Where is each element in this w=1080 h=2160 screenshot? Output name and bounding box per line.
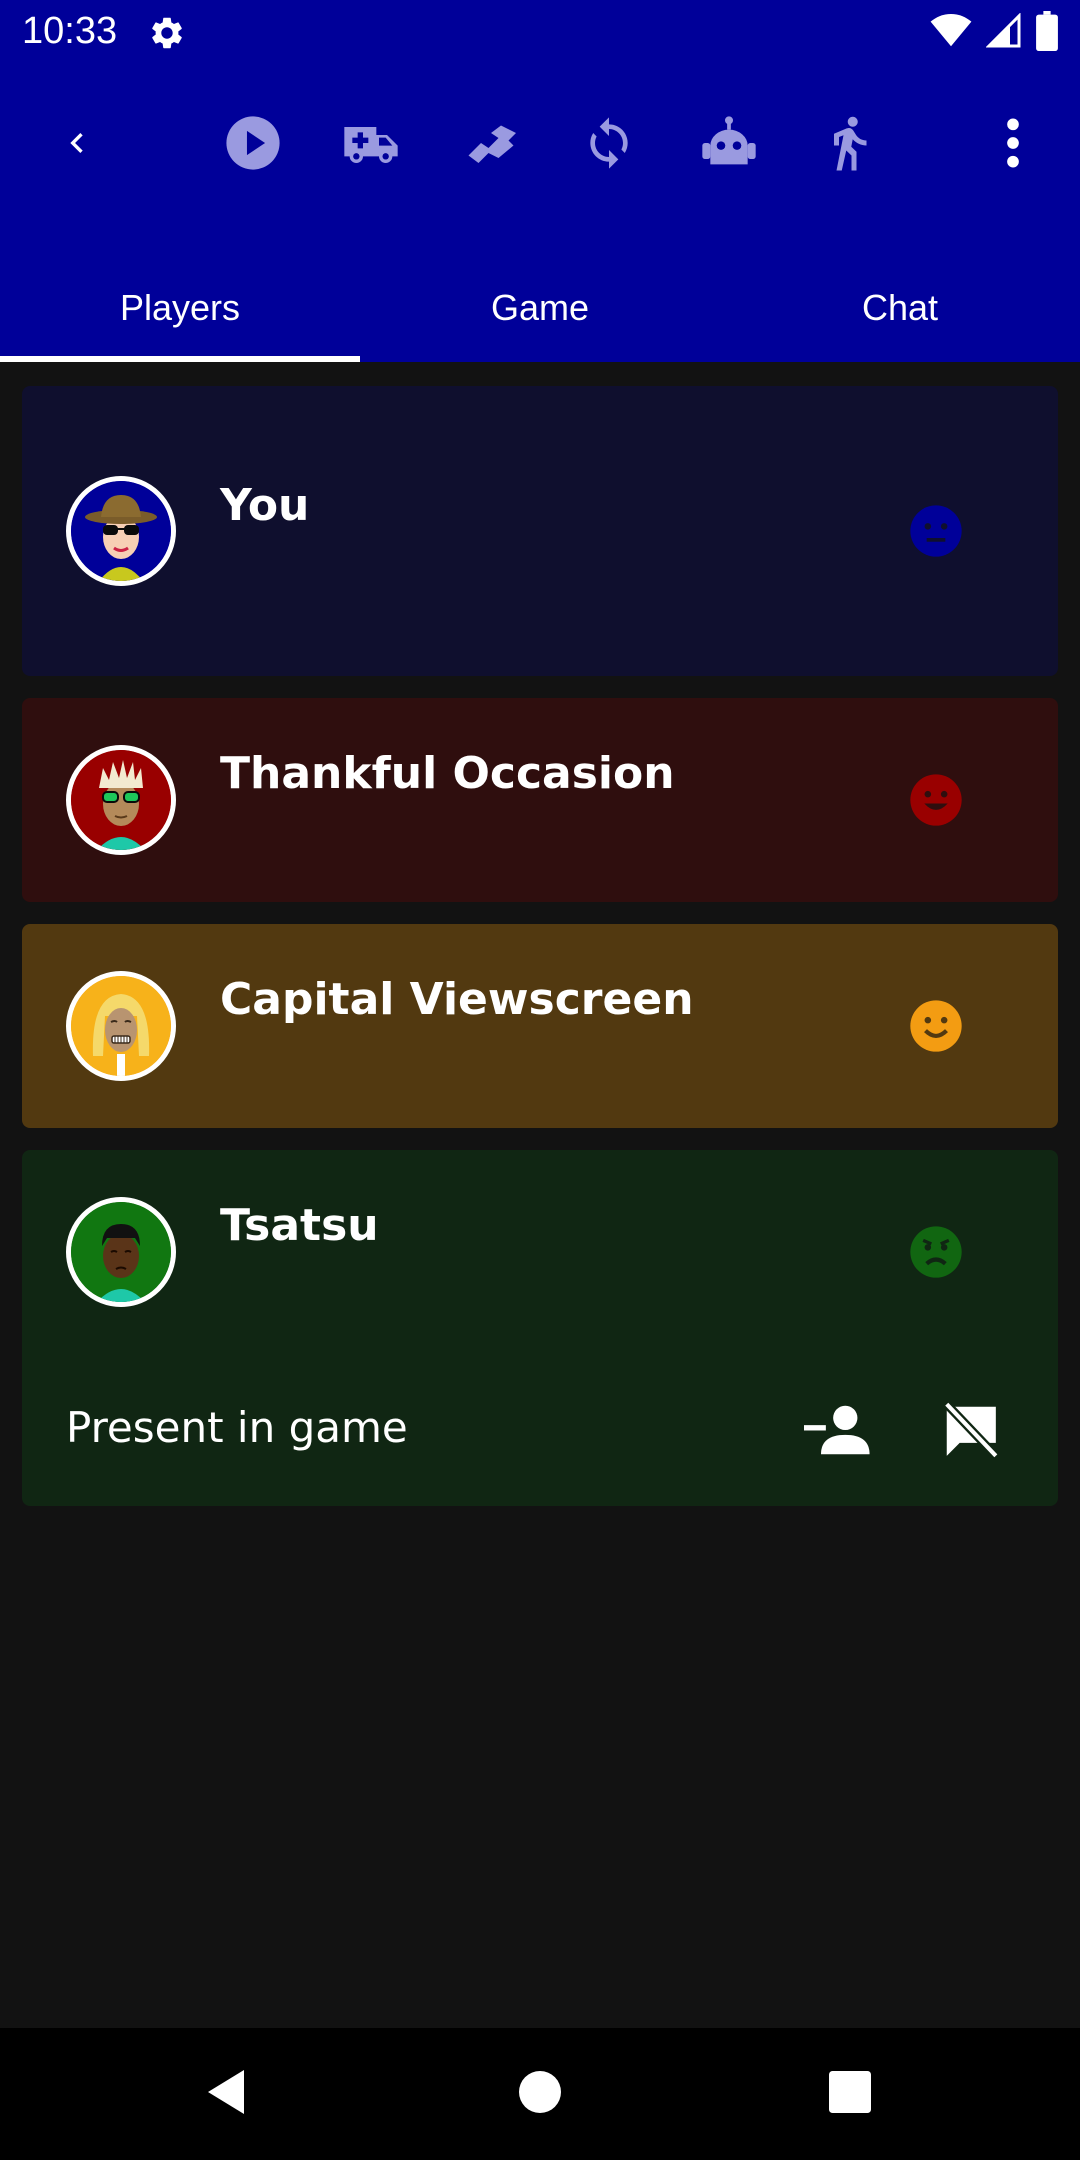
status-bar: 10:33: [0, 0, 1080, 66]
recents-square-icon: [829, 2070, 871, 2118]
player-list: You Thankful Occasion Capital Viewscreen…: [22, 386, 1058, 1528]
avatar: [66, 745, 176, 855]
add-friend-button[interactable]: [800, 1394, 876, 1470]
wifi-icon: [930, 13, 972, 53]
player-card[interactable]: Capital Viewscreen: [22, 924, 1058, 1128]
tab-chat[interactable]: Chat: [720, 254, 1080, 362]
nav-back-button[interactable]: [180, 2048, 272, 2140]
sync-button[interactable]: [566, 100, 652, 186]
happy-face-icon: [908, 772, 964, 828]
chat-off-button[interactable]: [932, 1394, 1008, 1470]
chat-off-icon: [939, 1399, 1001, 1466]
player-status: Present in game: [66, 1403, 408, 1452]
back-button[interactable]: [34, 100, 120, 186]
toolbar: [0, 100, 1080, 186]
player-card[interactable]: Thankful Occasion: [22, 698, 1058, 902]
app-header: 10:33 Players Game Chat: [0, 0, 1080, 362]
avatar: [66, 476, 176, 586]
tab-label: Players: [119, 287, 241, 328]
player-name: Tsatsu: [220, 1200, 379, 1251]
ambulance-button[interactable]: [328, 100, 414, 186]
player-name: You: [220, 480, 310, 531]
tab-players[interactable]: Players: [0, 254, 360, 362]
more-vert-icon: [993, 115, 1033, 171]
play-icon: [224, 114, 282, 172]
avatar: [66, 971, 176, 1081]
home-circle-icon: [519, 2070, 561, 2118]
smile-face-icon: [908, 998, 964, 1054]
app-root: 10:33 Players Game Chat You Thankful Occ…: [0, 0, 1080, 2160]
robot-button[interactable]: [686, 100, 772, 186]
status-time: 10:33: [22, 10, 118, 52]
walk-icon: [819, 113, 879, 173]
battery-icon: [1036, 10, 1058, 56]
back-icon: [57, 123, 97, 163]
add-friend-icon: [804, 1402, 872, 1463]
more-options-button[interactable]: [970, 100, 1056, 186]
player-card[interactable]: You: [22, 386, 1058, 676]
player-card[interactable]: Tsatsu Present in game: [22, 1150, 1058, 1506]
player-name: Thankful Occasion: [220, 748, 675, 799]
play-button[interactable]: [210, 100, 296, 186]
status-icons: [930, 10, 1058, 56]
tab-game[interactable]: Game: [360, 254, 720, 362]
player-name: Capital Viewscreen: [220, 974, 694, 1025]
nav-recents-button[interactable]: [804, 2048, 896, 2140]
neutral-face-icon: [908, 503, 964, 559]
walk-button[interactable]: [806, 100, 892, 186]
settings-icon: [148, 14, 186, 52]
tab-indicator: [0, 356, 360, 362]
back-triangle-icon: [204, 2068, 248, 2121]
system-nav-bar: [0, 2028, 1080, 2160]
tab-bar: Players Game Chat: [0, 254, 1080, 362]
handshake-icon: [461, 113, 521, 173]
robot-icon: [697, 111, 761, 175]
angry-face-icon: [908, 1224, 964, 1280]
ambulance-icon: [339, 111, 403, 175]
sync-icon: [581, 115, 637, 171]
tab-label: Chat: [861, 287, 939, 328]
signal-icon: [985, 11, 1022, 54]
handshake-button[interactable]: [448, 100, 534, 186]
tab-label: Game: [490, 287, 590, 328]
nav-home-button[interactable]: [494, 2048, 586, 2140]
avatar: [66, 1197, 176, 1307]
